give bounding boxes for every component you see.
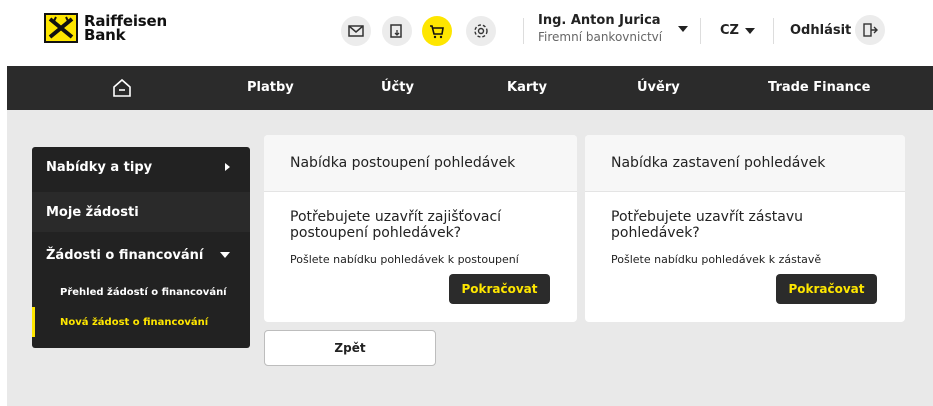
back-button[interactable]: Zpět (264, 330, 436, 366)
card-title: Nabídka zastavení pohledávek (585, 135, 905, 192)
logo-mark-icon (44, 13, 78, 43)
home-icon[interactable] (111, 77, 133, 99)
sidebar-item-my-requests[interactable]: Moje žádosti (32, 192, 250, 232)
logout-link[interactable]: Odhlásit (790, 23, 851, 38)
nav-ucty[interactable]: Účty (381, 80, 414, 95)
nav-karty[interactable]: Karty (507, 80, 547, 95)
sidebar-item-offers[interactable]: Nabídky a tipy (32, 147, 250, 187)
settings-icon[interactable] (466, 16, 496, 46)
divider (523, 18, 524, 44)
chevron-down-icon (220, 252, 230, 258)
chevron-right-icon (225, 163, 230, 171)
sidebar-subitem-overview[interactable]: Přehled žádostí o financování (32, 277, 250, 307)
user-info[interactable]: Ing. Anton Jurica Firemní bankovnictví (538, 13, 662, 44)
sidebar-subitem-new-request[interactable]: Nová žádost o financování (32, 307, 250, 337)
mail-icon[interactable] (341, 16, 371, 46)
nav-uvery[interactable]: Úvěry (637, 80, 680, 95)
continue-button[interactable]: Pokračovat (449, 274, 550, 304)
nav-platby[interactable]: Platby (247, 80, 294, 95)
offer-card-pledge: Nabídka zastavení pohledávek Potřebujete… (585, 135, 905, 322)
card-description: Pošlete nabídku pohledávek k postoupení (290, 253, 519, 266)
offer-card-assignment: Nabídka postoupení pohledávek Potřebujet… (264, 135, 577, 322)
sidebar-item-financing-requests[interactable]: Žádosti o financování (32, 235, 250, 275)
logo-text: Raiffeisen Bank (84, 12, 167, 44)
card-description: Pošlete nabídku pohledávek k zástavě (611, 253, 822, 266)
continue-button[interactable]: Pokračovat (776, 274, 877, 304)
chevron-down-icon (744, 27, 755, 34)
raiffeisen-logo[interactable]: Raiffeisen Bank (44, 13, 167, 43)
sidebar: Nabídky a tipy Moje žádosti Žádosti o fi… (32, 147, 250, 348)
cart-icon[interactable] (422, 16, 452, 46)
card-question: Potřebujete uzavřít zajišťovací postoupe… (290, 209, 502, 241)
user-name: Ing. Anton Jurica (538, 13, 661, 28)
divider (773, 18, 774, 44)
main-nav: Platby Účty Karty Úvěry Trade Finance (7, 66, 933, 110)
card-title: Nabídka postoupení pohledávek (264, 135, 577, 192)
nav-trade-finance[interactable]: Trade Finance (768, 80, 870, 95)
divider (700, 18, 701, 44)
header: Raiffeisen Bank Ing. Anton Jurica Firemn… (0, 0, 933, 66)
card-question: Potřebujete uzavřít zástavu pohledávek? (611, 209, 803, 241)
documents-icon[interactable] (382, 16, 412, 46)
user-role: Firemní bankovnictví (538, 30, 663, 44)
user-menu-caret-icon[interactable] (678, 26, 688, 32)
language-select[interactable]: CZ (720, 23, 755, 38)
logout-icon[interactable] (855, 15, 885, 45)
